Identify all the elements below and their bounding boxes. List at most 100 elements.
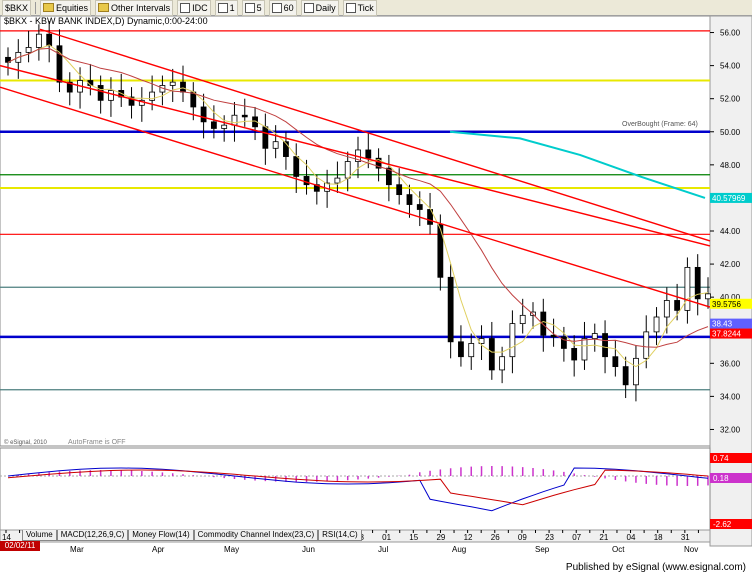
candle-body	[416, 204, 423, 210]
autoframe-label: AutoFrame is OFF	[68, 439, 126, 446]
bottom-value: -2.62	[713, 520, 732, 529]
candle-body	[633, 357, 639, 386]
candle-body	[25, 47, 32, 53]
price-tick-label: 54.00	[720, 62, 741, 71]
toolbar-item-tick[interactable]: Tick	[342, 0, 377, 16]
candle-body	[674, 300, 681, 311]
candle-body	[180, 81, 186, 93]
candle-body	[581, 338, 588, 361]
overbought-label: OverBought (Frame: 64)	[622, 121, 698, 128]
date-tick-label: 21	[599, 533, 608, 542]
checkbox-icon	[217, 2, 228, 13]
candle-body	[262, 126, 269, 149]
footer-text: Published by eSignal (www.esignal.com)	[565, 562, 746, 573]
candle-body	[231, 114, 238, 126]
indicator-tab[interactable]: RSI(14,C)	[318, 530, 362, 541]
candle-body	[406, 194, 413, 205]
date-tick-label: 26	[491, 533, 500, 542]
indicator-tab[interactable]: Money Flow(14)	[128, 530, 194, 541]
candle-body	[108, 90, 114, 101]
toolbar-item-label: 5	[256, 2, 262, 13]
month-label: Jun	[302, 545, 315, 554]
cursor-date-box: 02/02/11	[0, 541, 40, 551]
month-label: May	[224, 545, 239, 554]
candle-body	[602, 333, 608, 358]
indicator-tabs: Volume MACD(12,26,9,C) Money Flow(14) Commo…	[22, 530, 362, 541]
toolbar-item-label: Daily	[315, 2, 336, 13]
toolbar-item-label: Equities	[56, 2, 89, 13]
price-tick-label: 36.00	[720, 359, 741, 368]
chart-area[interactable]: 56.0054.0052.0050.0048.0046.0044.0042.00…	[0, 16, 752, 562]
candle-body	[653, 316, 660, 333]
candle-body	[303, 176, 310, 186]
month-label: Oct	[612, 545, 625, 554]
toolbar-item-idc[interactable]: IDC	[177, 0, 211, 16]
price-tick-label: 34.00	[720, 392, 741, 401]
candle-body	[190, 91, 197, 108]
candle-body	[241, 114, 248, 118]
symbol-field[interactable]: $BKX	[2, 0, 32, 16]
candle-body	[437, 223, 444, 278]
candle-body	[540, 311, 547, 336]
candle-body	[643, 331, 650, 359]
price-label: 39.5756	[712, 300, 741, 309]
month-label: Jul	[378, 545, 388, 554]
checkbox-icon	[303, 2, 314, 13]
price-tick-label: 44.00	[720, 227, 741, 236]
price-tick-label: 56.00	[720, 29, 741, 38]
toolbar-item-label: Other Intervals	[111, 2, 171, 13]
candle-body	[591, 333, 598, 339]
month-label: Nov	[684, 545, 698, 554]
candle-body	[458, 341, 464, 358]
candle-body	[612, 356, 619, 368]
toolbar-item-other-intervals[interactable]: Other Intervals	[95, 0, 174, 16]
candle-body	[499, 356, 506, 371]
candle-body	[344, 161, 351, 179]
toolbar-item-1[interactable]: 1	[214, 0, 238, 16]
candle-body	[200, 106, 207, 123]
price-label: 38.43	[712, 320, 733, 329]
checkbox-icon	[180, 2, 191, 13]
date-tick-label: 23	[545, 533, 554, 542]
candle-body	[684, 266, 691, 311]
indicator-tab[interactable]: Commodity Channel Index(23,C)	[193, 530, 319, 541]
toolbar-item-label: 60	[283, 2, 294, 13]
toolbar-item-label: Tick	[357, 2, 374, 13]
candle-body	[663, 300, 670, 318]
price-tick-label: 32.00	[720, 425, 741, 434]
toolbar-item-label: 1	[229, 2, 235, 13]
date-tick-label: 04	[627, 533, 636, 542]
date-tick-label: 09	[518, 533, 527, 542]
toolbar-item-equities[interactable]: Equities	[40, 0, 92, 16]
footer: Published by eSignal (www.esignal.com)	[0, 562, 752, 575]
candle-body	[293, 156, 300, 177]
candle-body	[509, 323, 516, 358]
toolbar-divider	[35, 1, 37, 14]
candle-body	[210, 121, 217, 129]
candle-body	[272, 141, 279, 149]
toolbar-item-60[interactable]: 60	[268, 0, 297, 16]
toolbar-items: Equities Other Intervals IDC 1 5 60 Daily Tick	[40, 0, 377, 16]
copyright-label: © eSignal, 2010	[4, 439, 47, 446]
price-tick-label: 42.00	[720, 260, 741, 269]
candle-body	[221, 124, 228, 129]
folder-icon	[43, 3, 55, 12]
indicator-tab[interactable]: Volume	[22, 530, 57, 541]
date-tick-label: 12	[464, 533, 473, 542]
candle-body	[334, 177, 341, 184]
indicator-tab[interactable]: MACD(12,26,9,C)	[56, 530, 129, 541]
toolbar-item-5[interactable]: 5	[241, 0, 265, 16]
toolbar-item-label: IDC	[192, 2, 208, 13]
candle-body	[488, 338, 495, 371]
candle-body	[519, 314, 526, 325]
candle-body	[705, 293, 711, 300]
date-tick-label: 01	[382, 533, 391, 542]
folder-icon	[98, 3, 110, 12]
candle-body	[35, 33, 42, 48]
toolbar-item-daily[interactable]: Daily	[300, 0, 339, 16]
indicator-pane	[0, 447, 711, 531]
candle-body	[97, 85, 104, 101]
price-tick-label: 52.00	[720, 95, 741, 104]
candle-body	[447, 276, 454, 343]
checkbox-icon	[271, 2, 282, 13]
